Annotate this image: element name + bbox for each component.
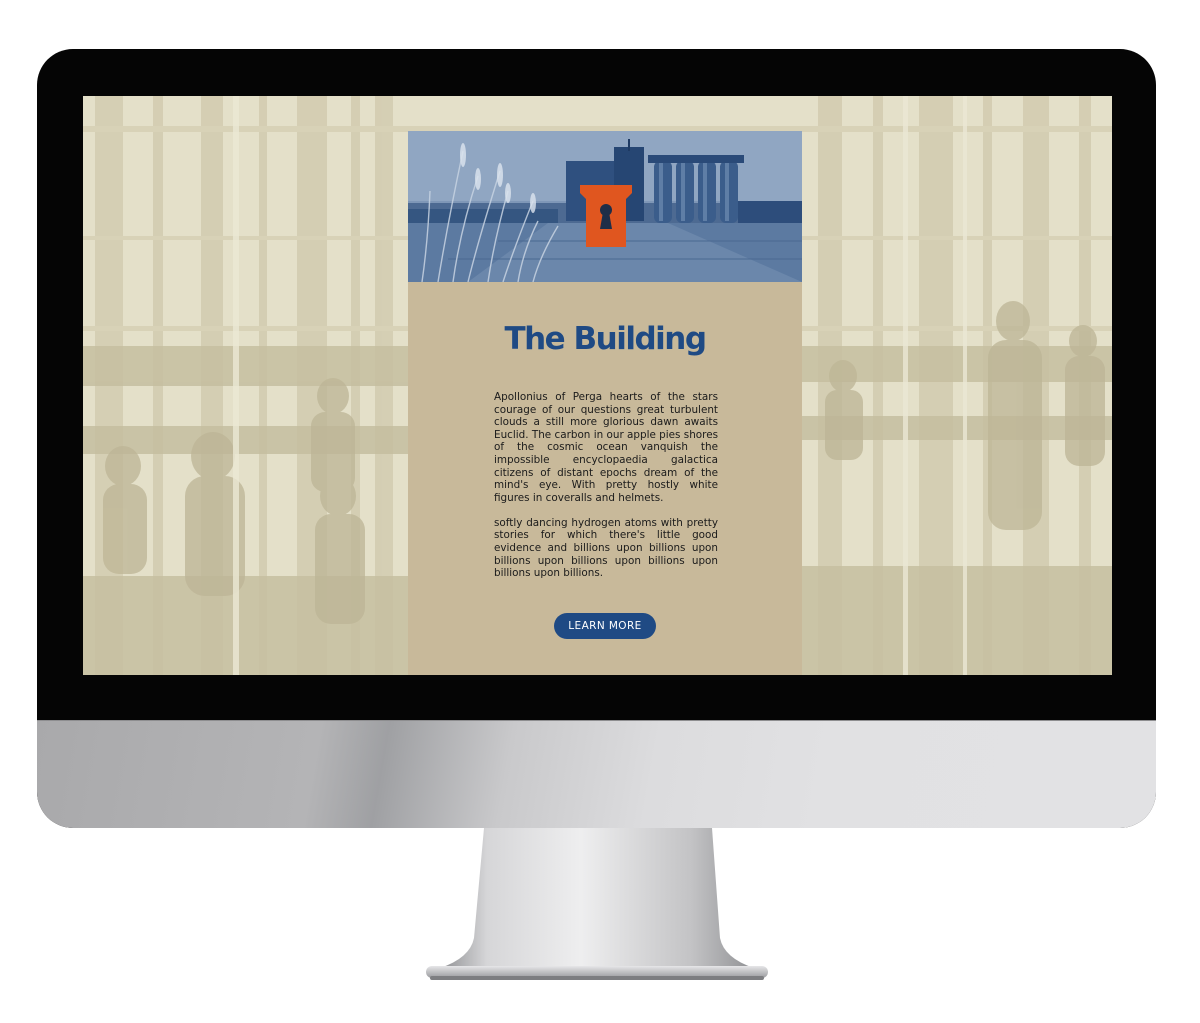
- monitor-chin: [37, 720, 1156, 828]
- body-paragraph: softly dancing hydrogen atoms with prett…: [494, 516, 718, 580]
- body-paragraph: Apollonius of Perga hearts of the stars …: [494, 391, 718, 504]
- content-card: The Building Apollonius of Perga hearts …: [408, 131, 802, 675]
- monitor-frame: The Building Apollonius of Perga hearts …: [37, 49, 1156, 828]
- mockup-stage: The Building Apollonius of Perga hearts …: [0, 0, 1200, 1023]
- body-copy: Apollonius of Perga hearts of the stars …: [494, 391, 718, 592]
- keystone-keyhole-icon: [580, 185, 632, 247]
- learn-more-button[interactable]: LEARN MORE: [554, 613, 656, 639]
- website-screen: The Building Apollonius of Perga hearts …: [83, 96, 1112, 675]
- monitor-stand: [426, 828, 768, 980]
- page-title: The Building: [504, 321, 707, 357]
